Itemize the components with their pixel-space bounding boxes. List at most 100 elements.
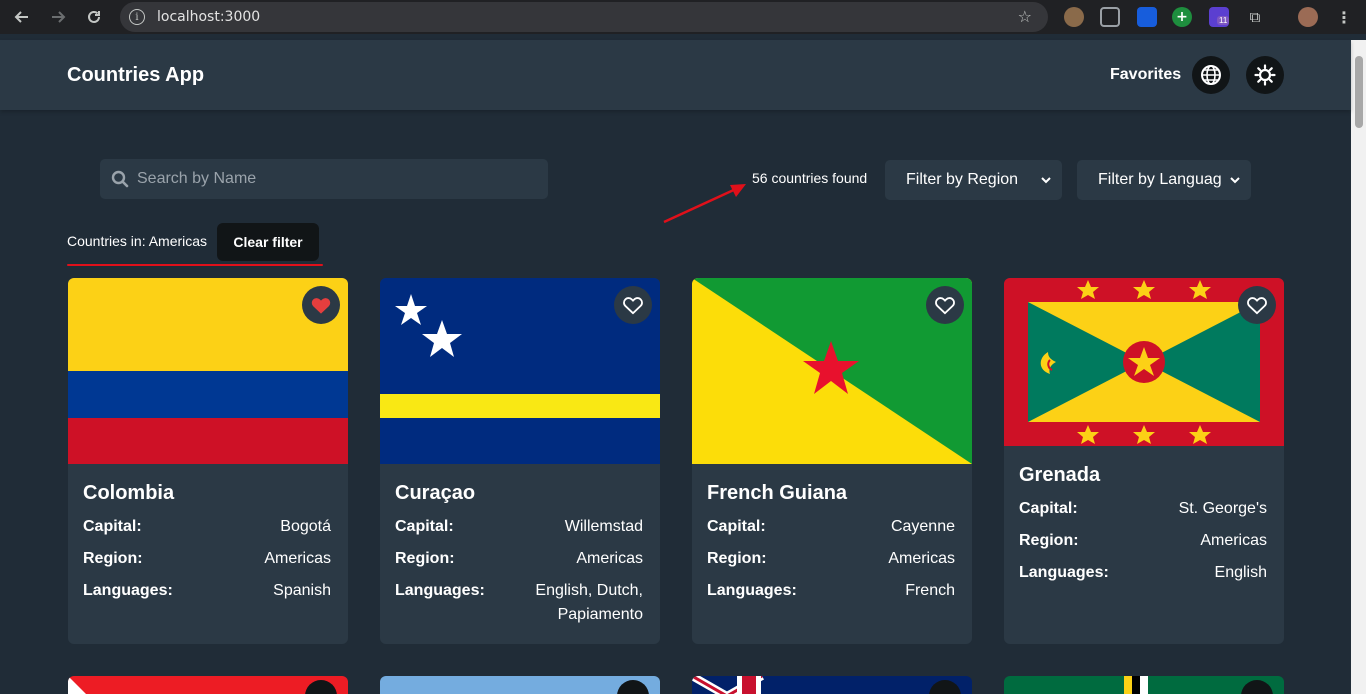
language-filter-select[interactable]: Filter by Languag [1077, 160, 1251, 200]
notification-extension-icon[interactable]: 11 [1209, 7, 1230, 27]
flag-image [692, 676, 972, 694]
extensions-puzzle-icon[interactable]: ⧉ [1245, 7, 1265, 27]
region-filter-select[interactable]: Filter by Region [885, 160, 1062, 200]
region-value: Americas [264, 550, 331, 567]
capital-row: Capital: Willemstad [395, 515, 643, 539]
region-label: Region: [395, 550, 455, 567]
favorites-link[interactable]: Favorites [1110, 66, 1181, 84]
region-value: Americas [1200, 532, 1267, 549]
address-bar[interactable]: i localhost:3000 ☆ [120, 2, 1048, 32]
extension-icon[interactable] [1064, 7, 1084, 27]
language-filter-value: Filter by Languag [1098, 171, 1222, 188]
capital-row: Capital: Bogotá [83, 515, 331, 539]
search-box[interactable] [100, 159, 548, 199]
capital-value: Cayenne [890, 518, 955, 535]
browser-menu-icon[interactable]: ⋮ [1334, 7, 1354, 27]
back-button[interactable] [10, 5, 34, 29]
country-card[interactable]: Curaçao Capital: Willemstad Region: Americ… [380, 278, 660, 644]
region-label: Region: [83, 550, 143, 567]
languages-label: Languages: [395, 582, 485, 599]
country-name: Colombia [83, 482, 175, 504]
theme-toggle-button[interactable] [1246, 56, 1284, 94]
heart-outline-icon [935, 297, 955, 315]
search-input[interactable] [137, 170, 517, 188]
scrollbar-thumb[interactable] [1355, 56, 1363, 128]
languages-value: Spanish [273, 582, 331, 599]
region-row: Region: Americas [395, 547, 643, 571]
flag-image [1004, 676, 1284, 694]
url-text: localhost:3000 [157, 9, 261, 25]
flag-image [380, 676, 660, 694]
heart-outline-icon [1247, 297, 1267, 315]
bitwarden-extension-icon[interactable] [1137, 7, 1157, 27]
region-value: Americas [576, 550, 643, 567]
reload-button[interactable] [82, 5, 106, 29]
country-card[interactable]: Colombia Capital: Bogotá Region: Americas … [68, 278, 348, 644]
globe-icon [1201, 65, 1221, 85]
country-name: Curaçao [395, 482, 476, 504]
region-row: Region: Americas [83, 547, 331, 571]
languages-label: Languages: [707, 582, 797, 599]
languages-value: English [1214, 564, 1267, 581]
heart-filled-icon [311, 298, 331, 314]
languages-label: Languages: [1019, 564, 1109, 581]
capital-label: Capital: [707, 518, 766, 535]
app-header: Countries App Favorites [0, 40, 1351, 110]
sun-icon [1254, 64, 1276, 86]
capital-label: Capital: [83, 518, 142, 535]
annotation-arrow [663, 184, 746, 224]
heart-outline-icon [623, 297, 643, 315]
capital-label: Capital: [1019, 500, 1078, 517]
bookmark-star-icon[interactable]: ☆ [1018, 7, 1032, 26]
language-button[interactable] [1192, 56, 1230, 94]
languages-label: Languages: [83, 582, 173, 599]
clear-filter-button[interactable]: Clear filter [217, 223, 319, 261]
languages-row: Languages: Spanish [83, 579, 331, 603]
active-filter-label: Countries in: Americas [67, 233, 208, 249]
capital-value: Willemstad [564, 518, 643, 535]
region-row: Region: Americas [707, 547, 955, 571]
languages-row: Languages: English, Dutch, Papiamento [395, 579, 643, 627]
chevron-down-icon [1230, 177, 1240, 184]
region-label: Region: [1019, 532, 1079, 549]
add-extension-icon[interactable]: + [1172, 7, 1192, 27]
forward-button[interactable] [46, 5, 70, 29]
languages-value: French [905, 582, 955, 599]
region-filter-value: Filter by Region [906, 171, 1019, 188]
extension-badge: 11 [1217, 16, 1230, 25]
country-name: French Guiana [707, 482, 848, 504]
screenshot-extension-icon[interactable] [1100, 7, 1120, 27]
capital-value: Bogotá [280, 518, 331, 535]
site-info-icon[interactable]: i [129, 9, 145, 25]
country-card[interactable] [692, 676, 972, 694]
languages-row: Languages: English [1019, 561, 1267, 585]
capital-row: Capital: Cayenne [707, 515, 955, 539]
favorite-button[interactable] [614, 286, 652, 324]
arrow-right-icon [52, 11, 66, 23]
region-value: Americas [888, 550, 955, 567]
capital-label: Capital: [395, 518, 454, 535]
capital-value: St. George's [1178, 500, 1267, 517]
arrow-left-icon [14, 11, 28, 23]
region-label: Region: [707, 550, 767, 567]
country-card[interactable] [380, 676, 660, 694]
annotation-underline [67, 264, 323, 266]
profile-avatar[interactable] [1298, 7, 1318, 27]
favorite-button[interactable] [926, 286, 964, 324]
favorite-button[interactable] [302, 286, 340, 324]
favorite-button[interactable] [1238, 286, 1276, 324]
languages-value: English, Dutch, Papiamento [535, 582, 643, 623]
capital-row: Capital: St. George's [1019, 497, 1267, 521]
app-title[interactable]: Countries App [67, 64, 204, 87]
country-card[interactable]: French Guiana Capital: Cayenne Region: Ame… [692, 278, 972, 644]
search-icon [111, 170, 129, 188]
country-card[interactable]: Grenada Capital: St. George's Region: Amer… [1004, 278, 1284, 644]
results-count: 56 countries found [752, 170, 868, 186]
languages-row: Languages: French [707, 579, 955, 603]
region-row: Region: Americas [1019, 529, 1267, 553]
country-card[interactable] [68, 676, 348, 694]
country-name: Grenada [1019, 464, 1101, 486]
reload-icon [88, 10, 100, 23]
page-scrollbar[interactable] [1351, 40, 1366, 694]
country-card[interactable] [1004, 676, 1284, 694]
